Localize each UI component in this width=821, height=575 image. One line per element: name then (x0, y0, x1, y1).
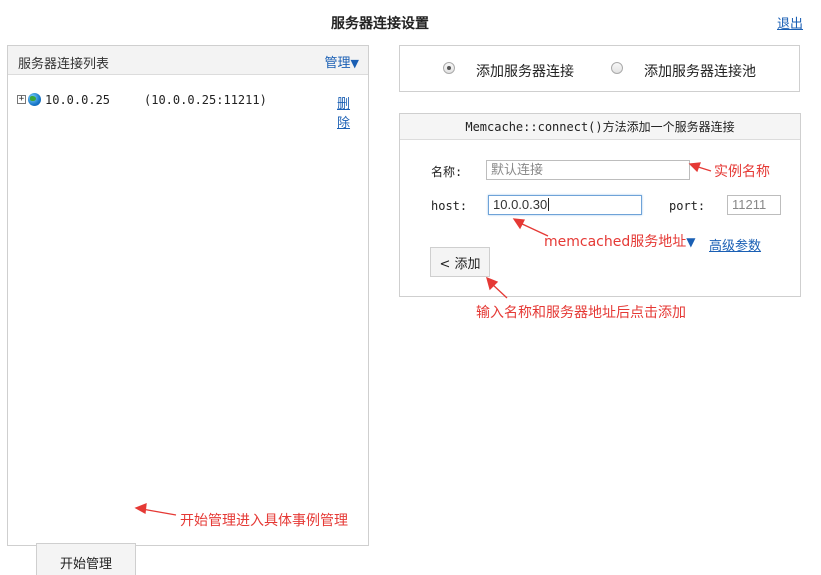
server-list-panel: 服务器连接列表 管理▼ + 10.0.0.25 (10.0.0.25:11211… (7, 45, 369, 575)
connection-mode-panel: 添加服务器连接 添加服务器连接池 (399, 45, 800, 92)
add-button[interactable]: < 添加 (430, 247, 490, 277)
logout-link[interactable]: 退出 (777, 13, 803, 32)
radio-add-connection-label[interactable]: 添加服务器连接 (476, 61, 574, 81)
advanced-params-link[interactable]: 高级参数 (709, 235, 761, 254)
manage-menu[interactable]: 管理▼ (325, 52, 359, 71)
triangle-down-icon: ▼ (686, 235, 696, 249)
annotation-server-address: memcached服务地址▼ (544, 231, 695, 251)
name-input[interactable]: 默认连接 (486, 160, 690, 180)
add-connection-form: Memcache::connect()方法添加一个服务器连接 名称: 默认连接 … (399, 113, 801, 297)
host-input-value: 10.0.0.30 (493, 197, 548, 212)
port-input[interactable]: 11211 (727, 195, 781, 215)
server-list-title: 服务器连接列表 (18, 57, 110, 72)
radio-add-connection[interactable] (443, 62, 455, 74)
host-label: host: (431, 199, 468, 213)
server-list-header: 服务器连接列表 管理▼ (8, 46, 368, 75)
server-row[interactable]: + 10.0.0.25 (10.0.0.25:11211) 删除 (17, 93, 357, 131)
chevron-down-icon: ▼ (350, 57, 359, 70)
annotation-add-hint: 输入名称和服务器地址后点击添加 (476, 305, 686, 321)
port-label: port: (669, 199, 706, 213)
manage-menu-label: 管理 (324, 56, 351, 71)
radio-add-connection-pool[interactable] (611, 62, 623, 74)
host-input[interactable]: 10.0.0.30 (488, 195, 642, 215)
form-header: Memcache::connect()方法添加一个服务器连接 (400, 114, 800, 140)
annotation-instance-name: 实例名称 (714, 164, 770, 180)
text-caret (548, 198, 550, 211)
server-ip[interactable]: 10.0.0.25 (45, 93, 110, 107)
page-title: 服务器连接设置 (331, 16, 429, 32)
delete-server-link[interactable]: 删除 (337, 93, 357, 131)
server-endpoint: (10.0.0.25:11211) (144, 93, 267, 107)
annotation-server-address-text: memcached服务地址 (544, 234, 687, 250)
annotation-start-hint: 开始管理进入具体事例管理 (180, 513, 348, 529)
globe-icon (28, 93, 41, 106)
radio-add-connection-pool-label[interactable]: 添加服务器连接池 (644, 61, 756, 81)
start-manage-button[interactable]: 开始管理 (36, 543, 136, 575)
name-label: 名称: (431, 165, 463, 179)
expand-icon[interactable]: + (17, 95, 26, 104)
